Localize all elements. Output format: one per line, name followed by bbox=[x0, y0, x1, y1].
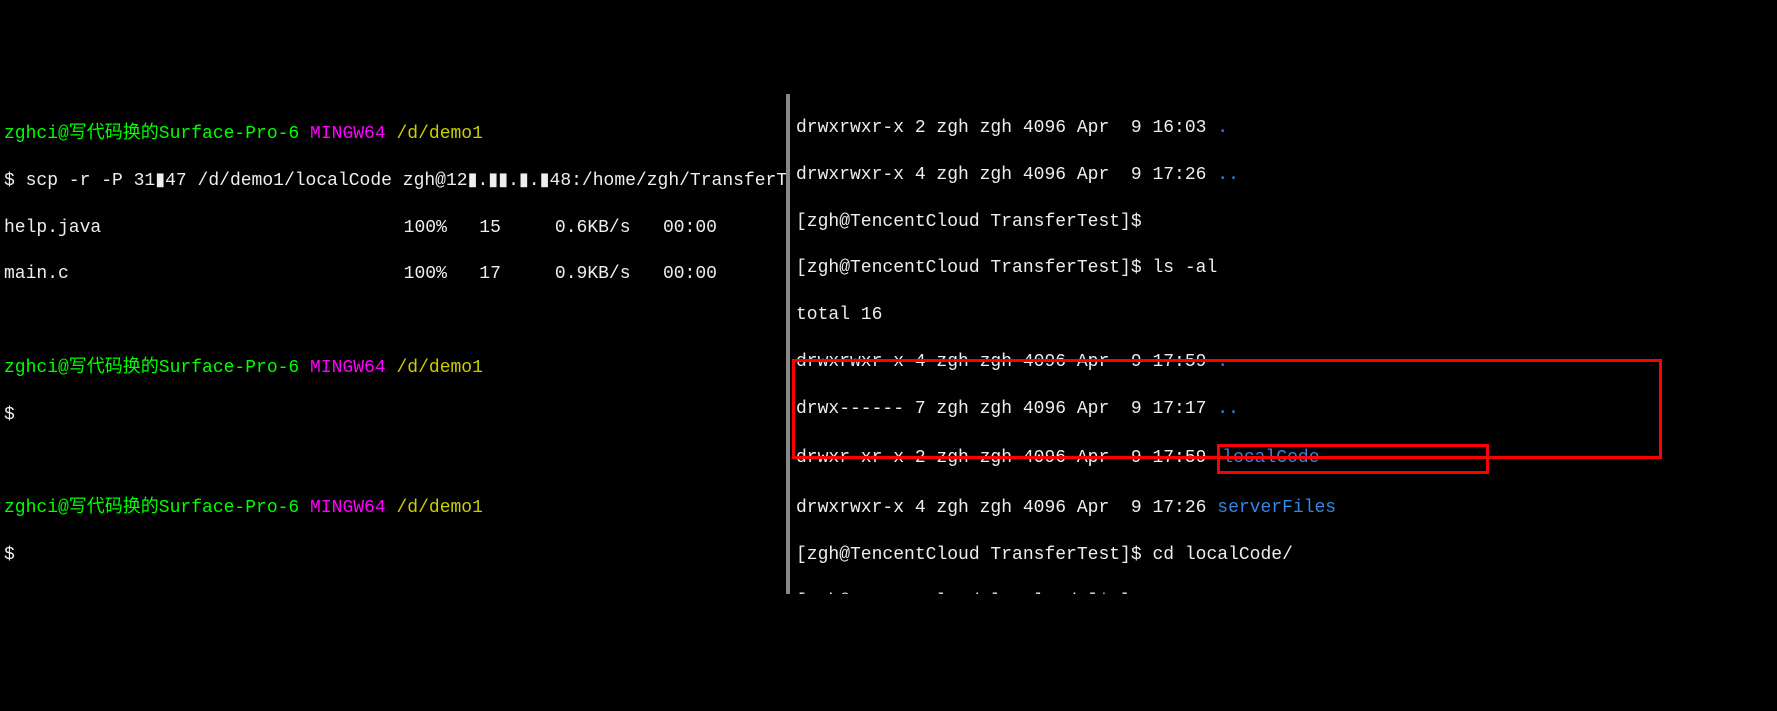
prompt-line: [zgh@TencentCloud TransferTest]$ ls -al bbox=[796, 257, 1771, 280]
prompt-line: [zgh@TencentCloud TransferTest]$ bbox=[796, 211, 1771, 234]
prompt-line: [zgh@TencentCloud TransferTest]$ cd loca… bbox=[796, 544, 1771, 567]
prompt-dollar: $ bbox=[4, 404, 782, 427]
prompt-env: MINGW64 bbox=[310, 358, 386, 378]
blank-line bbox=[4, 591, 782, 594]
ls-row: drwxrwxr-x 4 zgh zgh 4096 Apr 9 17:26 se… bbox=[796, 497, 1771, 520]
prompt-env: MINGW64 bbox=[310, 124, 386, 144]
blank-line bbox=[4, 310, 782, 333]
prompt-path: /d/demo1 bbox=[396, 124, 482, 144]
prompt-path: /d/demo1 bbox=[396, 498, 482, 518]
ls-row: drwx------ 7 zgh zgh 4096 Apr 9 17:17 .. bbox=[796, 398, 1771, 421]
ls-row: drwxrwxr-x 4 zgh zgh 4096 Apr 9 17:59 . bbox=[796, 351, 1771, 374]
prompt-user-host: zghci@写代码换的Surface-Pro-6 bbox=[4, 358, 299, 378]
prompt-user-host: zghci@写代码换的Surface-Pro-6 bbox=[4, 124, 299, 144]
blank-line bbox=[4, 450, 782, 473]
terminal-split-view: zghci@写代码换的Surface-Pro-6 MINGW64 /d/demo… bbox=[0, 94, 1777, 594]
left-terminal[interactable]: zghci@写代码换的Surface-Pro-6 MINGW64 /d/demo… bbox=[0, 94, 790, 594]
scp-command: $ scp -r -P 31▮47 /d/demo1/localCode zgh… bbox=[4, 170, 782, 193]
ls-row: drwxrwxr-x 4 zgh zgh 4096 Apr 9 17:26 .. bbox=[796, 164, 1771, 187]
scp-progress-row: help.java 100% 15 0.6KB/s 00:00 bbox=[4, 217, 782, 240]
prompt-env: MINGW64 bbox=[310, 498, 386, 518]
ls-row: drwxr-xr-x 2 zgh zgh 4096 Apr 9 17:59 lo… bbox=[796, 444, 1771, 473]
highlight-localcode: localCode bbox=[1217, 444, 1488, 473]
prompt-line: [zgh@TencentCloud localCode]$ ls bbox=[796, 591, 1771, 594]
prompt-dollar: $ bbox=[4, 544, 782, 567]
total-line: total 16 bbox=[796, 304, 1771, 327]
prompt-user-host: zghci@写代码换的Surface-Pro-6 bbox=[4, 498, 299, 518]
scp-progress-row: main.c 100% 17 0.9KB/s 00:00 bbox=[4, 263, 782, 286]
right-terminal[interactable]: drwxrwxr-x 2 zgh zgh 4096 Apr 9 16:03 . … bbox=[790, 94, 1777, 594]
prompt-path: /d/demo1 bbox=[396, 358, 482, 378]
ls-row: drwxrwxr-x 2 zgh zgh 4096 Apr 9 16:03 . bbox=[796, 117, 1771, 140]
